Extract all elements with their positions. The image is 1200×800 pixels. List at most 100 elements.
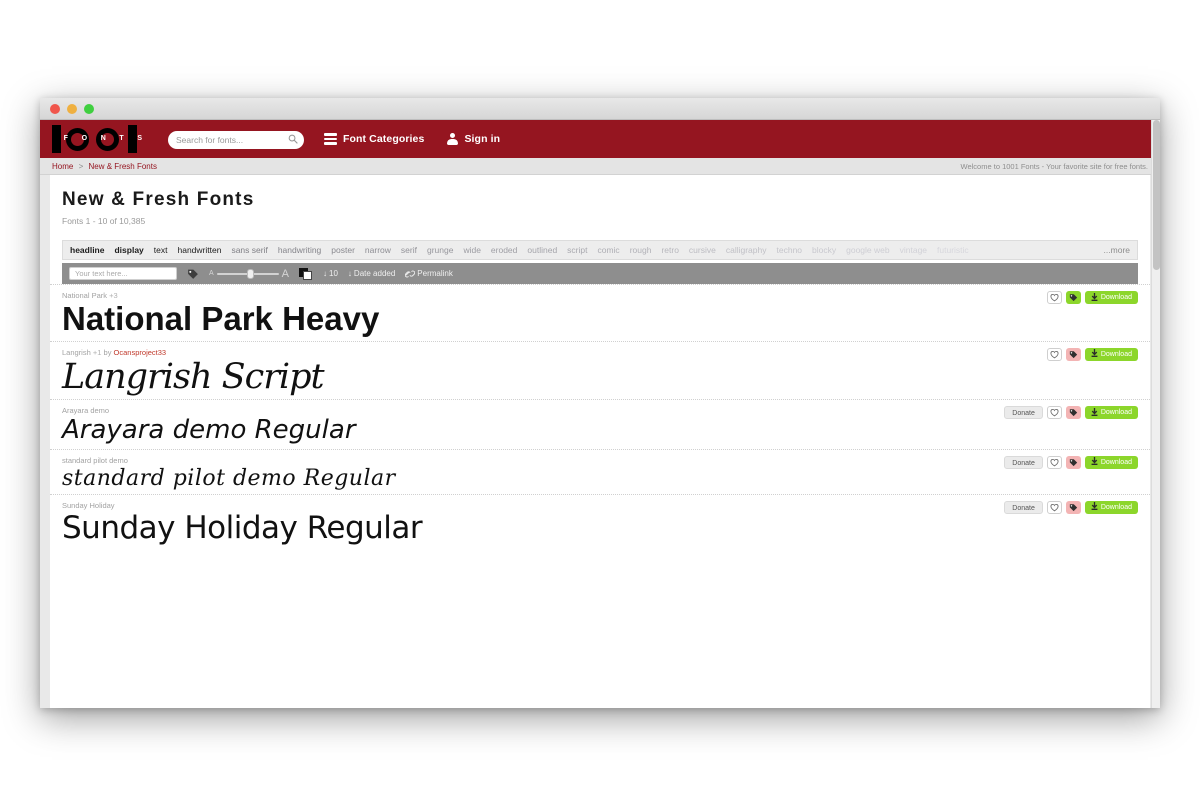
font-categories-label: Font Categories: [343, 133, 425, 145]
download-button[interactable]: Download: [1084, 291, 1138, 304]
breadcrumb-current: New & Fresh Fonts: [88, 161, 157, 171]
font-size-slider[interactable]: A A: [209, 268, 289, 280]
download-arrow-icon: [1091, 502, 1098, 512]
window-minimize-button[interactable]: [67, 103, 77, 114]
window-maximize-button[interactable]: [84, 103, 94, 114]
contrast-icon[interactable]: [299, 267, 313, 280]
tag-filter-handwritten[interactable]: handwritten: [177, 245, 221, 255]
window-close-button[interactable]: [50, 103, 60, 114]
donate-button[interactable]: Donate: [1004, 455, 1043, 469]
sign-in-button[interactable]: Sign in: [446, 132, 500, 146]
heart-icon: [1050, 458, 1059, 467]
font-row: Arayara demo Arayara demo Regular Donate Do…: [50, 399, 1150, 448]
tag-filter-vintage[interactable]: vintage: [900, 245, 927, 255]
favorite-button[interactable]: [1046, 347, 1062, 361]
tag-icon: [1069, 458, 1078, 466]
link-icon: [405, 270, 416, 277]
download-button[interactable]: Download: [1084, 347, 1138, 361]
download-button[interactable]: Download: [1084, 406, 1138, 420]
download-label: Download: [1100, 458, 1132, 466]
logo-letters: F O N T S: [52, 135, 154, 142]
font-name-link[interactable]: standard pilot demo: [62, 456, 128, 465]
tag-filter-calligraphy[interactable]: calligraphy: [726, 245, 767, 255]
font-row-actions: Donate Download: [1004, 500, 1138, 514]
tag-filter-sans-serif[interactable]: sans serif: [231, 245, 267, 255]
tag-filter-google-web[interactable]: google web: [846, 245, 889, 255]
font-categories-button[interactable]: Font Categories: [324, 133, 424, 145]
favorite-button[interactable]: [1046, 406, 1062, 420]
preview-text-input[interactable]: [69, 267, 177, 280]
tag-button[interactable]: [1065, 500, 1081, 514]
tag-filter-cursive[interactable]: cursive: [689, 245, 716, 255]
tag-filter-comic[interactable]: comic: [597, 245, 619, 255]
tag-filter-grunge[interactable]: grunge: [427, 245, 453, 255]
tag-button[interactable]: [1065, 291, 1081, 304]
font-specimen-preview[interactable]: standard pilot demo Regular: [62, 467, 1138, 490]
search-icon[interactable]: [288, 134, 298, 144]
search-box[interactable]: [168, 130, 304, 149]
tag-filter-poster[interactable]: poster: [331, 245, 355, 255]
tag-filter-narrow[interactable]: narrow: [365, 245, 391, 255]
sort-by-button[interactable]: ↓ Date added: [348, 269, 395, 278]
tag-button[interactable]: [1065, 455, 1081, 469]
tag-button[interactable]: [1065, 406, 1081, 420]
font-name-link[interactable]: National Park: [62, 291, 107, 300]
download-button[interactable]: Download: [1084, 500, 1138, 514]
sort-down-icon: ↓: [323, 269, 328, 278]
page-scrollbar-thumb[interactable]: [1153, 120, 1160, 270]
font-row: National Park +3 National Park Heavy Downl…: [50, 284, 1150, 341]
tag-filter-display[interactable]: display: [114, 245, 143, 255]
site-header: F O N T S Font Categories: [40, 120, 1160, 158]
download-label: Download: [1100, 294, 1132, 301]
tag-filter-eroded[interactable]: eroded: [491, 245, 517, 255]
font-specimen-preview[interactable]: Langrish Script: [62, 358, 1138, 396]
tag-icon[interactable]: [187, 268, 199, 280]
tag-button[interactable]: [1065, 347, 1081, 361]
favorite-button[interactable]: [1046, 500, 1062, 514]
content-card: New & Fresh Fonts Fonts 1 - 10 of 10,385…: [50, 175, 1150, 708]
site-logo[interactable]: F O N T S: [52, 124, 154, 154]
font-specimen-preview[interactable]: Arayara demo Regular: [62, 417, 1138, 445]
download-button[interactable]: Download: [1084, 455, 1138, 469]
per-page-button[interactable]: ↓ 10: [323, 269, 338, 278]
tag-filter-handwriting[interactable]: handwriting: [278, 245, 321, 255]
font-specimen-preview[interactable]: National Park Heavy: [62, 301, 1138, 337]
tag-filter-outlined[interactable]: outlined: [527, 245, 557, 255]
font-author-link[interactable]: Ocansproject33: [114, 348, 167, 357]
download-label: Download: [1100, 350, 1132, 358]
tag-filter-text[interactable]: text: [154, 245, 168, 255]
more-tags-link[interactable]: ...more: [1104, 245, 1130, 255]
font-extra-styles-count[interactable]: +1: [93, 348, 102, 357]
permalink-button[interactable]: Permalink: [405, 269, 453, 279]
page-scrollbar[interactable]: [1151, 120, 1160, 708]
slider-track[interactable]: [216, 268, 279, 279]
favorite-button[interactable]: [1046, 455, 1062, 469]
tag-filter-blocky[interactable]: blocky: [812, 245, 836, 255]
donate-button[interactable]: Donate: [1004, 500, 1043, 514]
tag-filter-script[interactable]: script: [567, 245, 587, 255]
breadcrumb-home-link[interactable]: Home: [52, 162, 73, 171]
donate-button[interactable]: Donate: [1004, 406, 1043, 420]
font-name-link[interactable]: Arayara demo: [62, 406, 109, 415]
tag-icon: [1069, 409, 1078, 417]
tag-filter-futuristic[interactable]: futuristic: [937, 245, 969, 255]
tag-filter-techno[interactable]: techno: [777, 245, 803, 255]
tag-filter-retro[interactable]: retro: [661, 245, 678, 255]
search-input[interactable]: [168, 131, 304, 149]
tag-filter-wide[interactable]: wide: [463, 245, 480, 255]
slider-thumb[interactable]: [246, 268, 254, 279]
font-specimen-preview[interactable]: Sunday Holiday Regular: [62, 512, 1138, 545]
by-label: by: [103, 347, 112, 357]
tag-filter-rough[interactable]: rough: [630, 245, 652, 255]
font-row-meta: Sunday Holiday: [62, 501, 1138, 510]
favorite-button[interactable]: [1046, 291, 1062, 304]
font-row-actions: Download: [1046, 291, 1138, 304]
font-extra-styles-count[interactable]: +3: [109, 291, 118, 300]
font-name-link[interactable]: Sunday Holiday: [62, 501, 115, 510]
tag-filter-serif[interactable]: serif: [401, 245, 417, 255]
person-icon: [446, 132, 458, 146]
font-name-link[interactable]: Langrish: [62, 348, 91, 357]
heart-icon: [1050, 293, 1059, 302]
page-viewport: F O N T S Font Categories: [40, 120, 1160, 708]
tag-filter-headline[interactable]: headline: [70, 245, 104, 255]
